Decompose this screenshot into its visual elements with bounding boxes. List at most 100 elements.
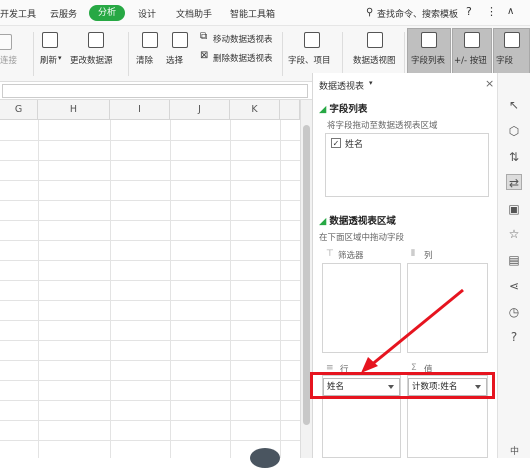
grid-line — [0, 160, 300, 161]
grid-line — [0, 360, 300, 361]
column-header-g[interactable]: G — [0, 100, 38, 120]
change-source-icon[interactable] — [0, 34, 12, 50]
filter-area-label: 筛选器 — [338, 251, 364, 261]
field-headers-label: 字段 — [496, 56, 514, 66]
field-list-section-header[interactable]: ◢ 字段列表 — [319, 101, 367, 115]
field-headers-icon — [504, 32, 520, 48]
field-list-hint: 将字段拖动至数据透视表区域 — [327, 121, 438, 131]
menu-bar: 开发工具 云服务 分析 设计 文档助手 智能工具箱 ⚲ 查找命令、搜索模板 ? … — [0, 0, 530, 26]
grid-line — [0, 180, 300, 181]
grid-line — [0, 440, 300, 441]
template-icon[interactable]: ▤ — [506, 252, 522, 268]
grid-line — [0, 280, 300, 281]
refresh-icon[interactable] — [42, 32, 58, 48]
fields-items-button[interactable]: 字段、项目 — [288, 54, 331, 66]
areas-section-title: 数据透视表区域 — [329, 216, 396, 227]
pivot-chart-icon[interactable] — [367, 32, 383, 48]
clear-icon[interactable] — [142, 32, 158, 48]
ime-icon: 中 — [510, 447, 520, 457]
divider — [404, 32, 405, 76]
spreadsheet-grid[interactable]: G H I J K — [0, 100, 300, 458]
help-circle-icon[interactable]: ? — [506, 329, 522, 345]
menu-doc-assistant[interactable]: 文档助手 — [176, 7, 212, 20]
pivot-table-panel: 数据透视表 ▾ × ◢ 字段列表 将字段拖动至数据透视表区域 ✓ 姓名 ◢ 数据透视… — [312, 73, 497, 458]
delete-pivot-icon[interactable]: ⊠ — [200, 50, 208, 61]
filter-area[interactable] — [322, 263, 401, 353]
menu-developer-tools[interactable]: 开发工具 — [0, 7, 36, 20]
close-icon[interactable]: × — [485, 77, 494, 90]
select-icon[interactable] — [172, 32, 188, 48]
menu-smart-toolbox[interactable]: 智能工具箱 — [230, 7, 275, 20]
collapse-ribbon-icon[interactable]: ∧ — [507, 6, 514, 17]
move-pivot-icon[interactable]: ⧉ — [200, 31, 207, 42]
panel-menu-chevron-icon[interactable]: ▾ — [369, 79, 373, 87]
formula-input[interactable] — [2, 84, 308, 98]
command-search[interactable]: 查找命令、搜索模板 — [377, 7, 458, 20]
cursor-icon[interactable]: ↖ — [506, 97, 522, 113]
formula-bar — [0, 82, 312, 100]
grid-line — [0, 260, 300, 261]
pivot-panel-icon[interactable]: ⇄ — [506, 174, 522, 190]
grid-line — [230, 120, 231, 458]
filter-icon: ⊤ — [326, 249, 334, 259]
vertical-scrollbar[interactable] — [300, 100, 312, 458]
columns-area[interactable] — [407, 263, 488, 353]
change-source-label[interactable]: 连接 — [0, 54, 17, 66]
floating-ball-icon[interactable] — [250, 448, 280, 468]
areas-section-header[interactable]: ◢ 数据透视表区域 — [319, 213, 396, 227]
help-icon[interactable]: ? — [466, 5, 472, 18]
highlight-box — [310, 372, 495, 399]
menu-design[interactable]: 设计 — [138, 7, 156, 20]
search-icon[interactable]: ⚲ — [366, 7, 373, 18]
history-icon[interactable]: ◷ — [506, 304, 522, 320]
adjust-icon[interactable]: ⇅ — [506, 149, 522, 165]
clear-button[interactable]: 清除 — [136, 54, 153, 66]
scrollbar-thumb[interactable] — [303, 125, 310, 425]
grid-line — [280, 120, 281, 458]
grid-line — [0, 340, 300, 341]
share-icon[interactable]: ⋖ — [506, 278, 522, 294]
plus-minus-label: +/- 按钮 — [454, 56, 487, 66]
change-datasource-button[interactable]: 更改数据源 — [70, 54, 113, 66]
delete-pivot-button[interactable]: 删除数据透视表 — [213, 52, 273, 64]
panel-title: 数据透视表 — [319, 82, 365, 92]
divider — [128, 32, 129, 76]
image-icon[interactable]: ▣ — [506, 201, 522, 217]
datasource-icon[interactable] — [88, 32, 104, 48]
grid-line — [0, 320, 300, 321]
grid-line — [0, 420, 300, 421]
divider — [342, 32, 343, 76]
menu-cloud-services[interactable]: 云服务 — [50, 7, 77, 20]
grid-line — [0, 300, 300, 301]
menu-analyze-tab[interactable]: 分析 — [89, 5, 125, 21]
grid-line — [0, 400, 300, 401]
chevron-down-icon[interactable]: ▾ — [58, 54, 62, 62]
checkbox-icon[interactable]: ✓ — [331, 138, 341, 148]
field-list-box: ✓ 姓名 — [325, 133, 489, 197]
select-button[interactable]: 选择 — [166, 54, 183, 66]
columns-area-label: 列 — [424, 251, 433, 261]
field-item-name[interactable]: 姓名 — [345, 137, 363, 150]
fields-items-icon[interactable] — [304, 32, 320, 48]
pivot-chart-button[interactable]: 数据透视图 — [353, 54, 396, 66]
grid-line — [0, 380, 300, 381]
column-header-j[interactable]: J — [170, 100, 230, 120]
refresh-button[interactable]: 刷新 — [40, 54, 57, 66]
column-header-k[interactable]: K — [230, 100, 280, 120]
expand-triangle-icon: ◢ — [319, 216, 327, 227]
plus-minus-icon — [464, 32, 480, 48]
right-sidebar: ↖ ⬡ ⇅ ⇄ ▣ ☆ ▤ ⋖ ◷ ? — [497, 73, 530, 458]
expand-triangle-icon: ◢ — [319, 104, 327, 115]
grid-line — [0, 220, 300, 221]
column-header-i[interactable]: I — [110, 100, 170, 120]
column-header-h[interactable]: H — [38, 100, 110, 120]
areas-hint: 在下面区域中拖动字段 — [319, 233, 405, 243]
grid-line — [170, 120, 171, 458]
more-icon[interactable]: ⋮ — [486, 5, 497, 18]
column-header-blank[interactable] — [280, 100, 300, 120]
shapes-icon[interactable]: ⬡ — [506, 123, 522, 139]
star-icon[interactable]: ☆ — [506, 226, 522, 242]
move-pivot-button[interactable]: 移动数据透视表 — [213, 33, 273, 45]
divider — [33, 32, 34, 76]
grid-line — [0, 240, 300, 241]
